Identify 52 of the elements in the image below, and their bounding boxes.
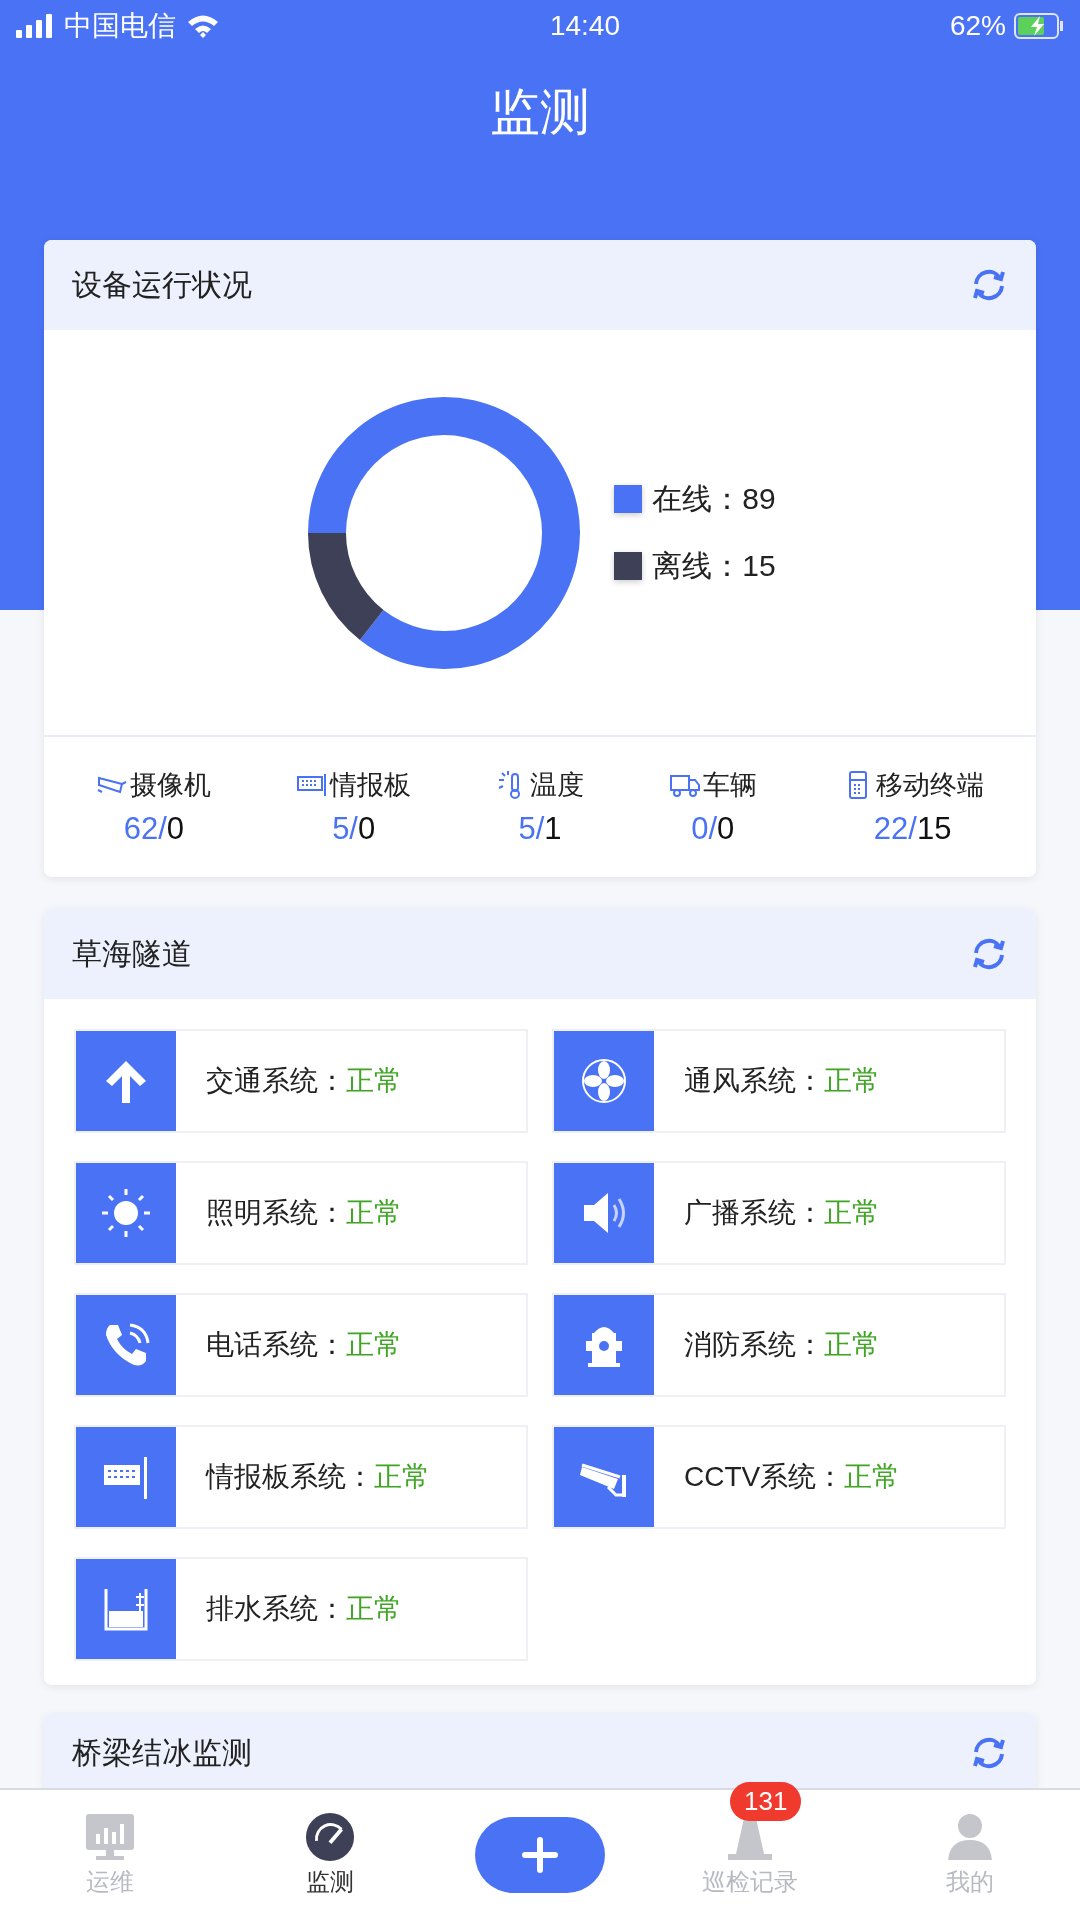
system-tile[interactable]: 消防系统：正常 — [552, 1293, 1006, 1397]
system-tile[interactable]: 情报板系统：正常 — [74, 1425, 528, 1529]
tab-item[interactable]: 监测 — [255, 1812, 405, 1898]
system-status: 照明系统：正常 — [206, 1196, 402, 1230]
stat-label: 情报板 — [330, 769, 412, 802]
status-time: 14:40 — [548, 10, 621, 42]
stat-label: 移动终端 — [875, 769, 984, 802]
bar-chart-icon — [84, 1812, 136, 1862]
gauge-icon — [304, 1812, 356, 1862]
stat-count: 5/1 — [518, 811, 562, 847]
system-tile[interactable]: 通风系统：正常 — [552, 1029, 1006, 1133]
signal-icon — [16, 14, 54, 38]
system-status: 消防系统：正常 — [684, 1328, 880, 1362]
refresh-icon[interactable] — [970, 268, 1008, 302]
card-title: 桥梁结冰监测 — [72, 1734, 252, 1771]
plus-icon — [522, 1837, 558, 1873]
system-tile[interactable]: 电话系统：正常 — [74, 1293, 528, 1397]
refresh-icon[interactable] — [970, 1736, 1008, 1770]
stat-count: 5/0 — [332, 811, 376, 847]
legend-value: 89 — [742, 482, 776, 516]
stat-count: 22/15 — [873, 811, 952, 847]
count-badge: 131 — [730, 1782, 802, 1821]
system-status: 通风系统：正常 — [684, 1064, 880, 1098]
card-title: 草海隧道 — [72, 935, 192, 972]
legend-label: 在线： — [652, 480, 743, 517]
legend-label: 离线： — [652, 547, 743, 584]
system-tile[interactable]: 照明系统：正常 — [74, 1161, 528, 1265]
system-status: 广播系统：正常 — [684, 1196, 880, 1230]
tab-item[interactable]: 巡检记录 131 — [675, 1782, 825, 1898]
system-tile[interactable]: 排水系统：正常 — [74, 1557, 528, 1661]
system-status: 电话系统：正常 — [206, 1328, 402, 1362]
system-tile[interactable]: 交通系统：正常 — [74, 1029, 528, 1133]
system-status: 情报板系统：正常 — [206, 1460, 430, 1494]
system-status: 交通系统：正常 — [206, 1064, 402, 1098]
system-tile[interactable]: 广播系统：正常 — [552, 1161, 1006, 1265]
stat-label: 摄像机 — [130, 769, 212, 802]
system-status: CCTV系统：正常 — [684, 1460, 901, 1494]
refresh-icon[interactable] — [970, 937, 1008, 971]
sun-icon — [100, 1187, 152, 1239]
battery-percent: 62% — [949, 10, 1006, 42]
wifi-icon — [186, 13, 220, 39]
legend-value: 15 — [742, 549, 776, 583]
stat-label: 温度 — [530, 769, 584, 802]
carrier-name: 中国电信 — [64, 9, 176, 43]
stat-count: 0/0 — [691, 811, 735, 847]
stat-count: 62/0 — [123, 811, 185, 847]
stat-label: 车辆 — [702, 769, 757, 802]
page-title: 监测 — [490, 82, 590, 142]
battery-icon — [1014, 13, 1064, 39]
card-title: 设备运行状况 — [72, 266, 252, 303]
system-status: 排水系统：正常 — [206, 1592, 402, 1626]
system-tile[interactable]: CCTV系统：正常 — [552, 1425, 1006, 1529]
